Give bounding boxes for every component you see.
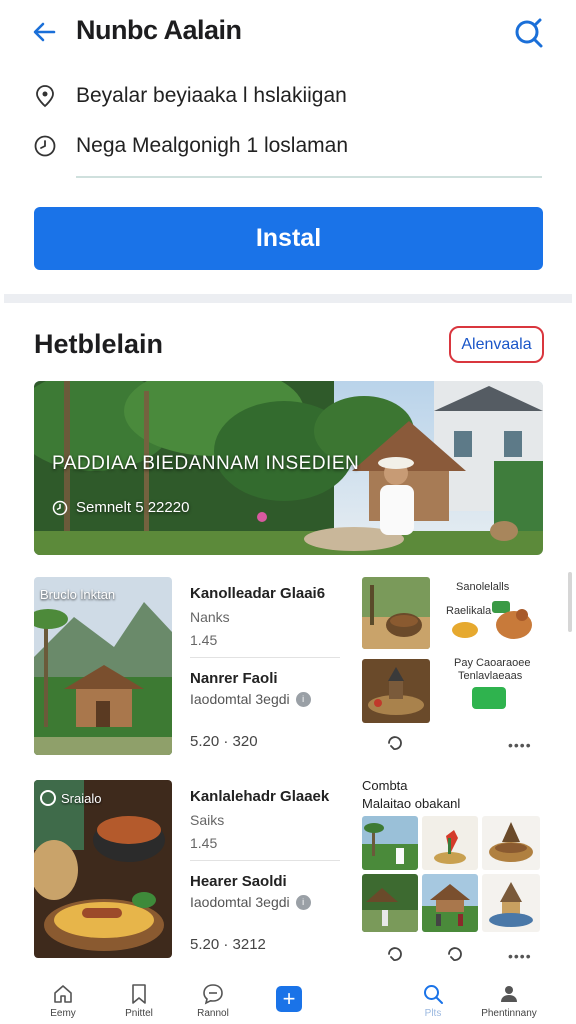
gallery-image[interactable] — [422, 816, 478, 870]
gallery-image[interactable] — [362, 659, 430, 723]
card-divider — [190, 860, 340, 861]
card-meta: 5.20 · 320 — [190, 733, 258, 750]
location-row[interactable]: Beyalar beyiaaka l hslakiigan — [32, 76, 542, 116]
card-rating: 1.45 — [190, 632, 218, 648]
nav-label: Rannol — [197, 1008, 229, 1019]
refresh-icon[interactable] — [384, 733, 404, 753]
nav-profile[interactable]: Phentinnany — [474, 982, 544, 1024]
hero-title: PADDIAA BIEDANNAM INSEDIEN — [52, 453, 360, 474]
section-separator — [4, 294, 572, 303]
info-badge-icon: i — [295, 894, 311, 910]
card-title: Kanlalehadr Glaaek — [190, 788, 330, 805]
refresh-icon[interactable] — [444, 944, 464, 964]
nav-label: Phentinnany — [481, 1008, 537, 1019]
card-meta: 5.20 · 3212 — [190, 936, 266, 953]
nav-home[interactable]: Eemy — [28, 982, 98, 1024]
clock-icon — [34, 135, 56, 157]
hero-banner[interactable]: PADDIAA BIEDANNAM INSEDIEN Semnelt 5 222… — [34, 381, 543, 555]
location-pin-icon — [36, 85, 54, 108]
gallery-image[interactable] — [362, 874, 418, 932]
see-all-button[interactable]: Alenvaala — [449, 326, 544, 363]
card-item-title: Nanrer Faoli — [190, 670, 278, 687]
badge-icon — [40, 790, 56, 806]
hours-text: Nega Mealgonigh 1 loslaman — [76, 134, 349, 157]
location-text: Beyalar beyiaaka l hslakiigan — [76, 84, 347, 107]
gallery-subtitle: Malaitao obakanl — [362, 796, 461, 811]
gallery-image[interactable] — [362, 816, 418, 870]
gallery-title: Combta — [362, 778, 408, 793]
gallery-image[interactable] — [362, 577, 430, 649]
bookmark-icon — [132, 984, 146, 1004]
side-gallery[interactable]: Sanolelalls Raelikala Pay Caoaraoee Tenl… — [362, 577, 542, 757]
app-header: Nunbc Aalain — [0, 0, 576, 66]
search-icon[interactable] — [512, 16, 546, 50]
gallery-caption: Sanolelalls — [456, 581, 510, 593]
card-divider — [190, 657, 340, 658]
divider — [76, 176, 542, 178]
more-menu[interactable]: •••• — [508, 737, 532, 753]
nav-chat[interactable]: Rannol — [178, 982, 248, 1024]
green-chip-icon[interactable] — [472, 687, 506, 709]
nav-label: Plts — [424, 1008, 442, 1019]
card-thumbnail: Sraialo — [34, 780, 172, 958]
gallery-caption: Tenlavlaeaas — [458, 670, 523, 682]
card-subtitle: Saiks — [190, 812, 225, 828]
card-item-detail: Iaodomtal 3egdi i — [190, 691, 311, 707]
info-badge-icon: i — [295, 691, 311, 707]
gallery-image[interactable] — [482, 874, 540, 932]
nav-label: Pnittel — [125, 1008, 153, 1019]
page-title: Nunbc Aalain — [76, 15, 242, 45]
card-rating: 1.45 — [190, 835, 218, 851]
thumbnail-label: Bruclo lnktan — [40, 587, 116, 602]
home-icon — [54, 985, 72, 1003]
search-icon — [424, 985, 443, 1004]
refresh-icon[interactable] — [384, 944, 404, 964]
add-icon[interactable]: + — [276, 986, 302, 1012]
hero-subtitle: Semnelt 5 22220 — [52, 499, 189, 516]
gallery-caption: Raelikala — [446, 605, 492, 617]
scrollbar[interactable] — [568, 572, 572, 632]
nav-label: Eemy — [50, 1008, 76, 1019]
install-button[interactable]: Instal — [34, 207, 543, 270]
card-item-detail: Iaodomtal 3egdi i — [190, 894, 311, 910]
more-menu[interactable]: •••• — [508, 948, 532, 964]
section-title: Hetblelain — [34, 329, 164, 359]
list-item[interactable]: Bruclo lnktan Kanolleadar Glaai6 Nanks 1… — [34, 577, 344, 769]
profile-icon — [501, 986, 517, 1002]
card-thumbnail: Bruclo lnktan — [34, 577, 172, 755]
gallery-image[interactable] — [482, 816, 540, 870]
gallery-thumb — [450, 619, 480, 641]
gallery-thumb — [492, 605, 536, 641]
card-item-title: Hearer Saoldi — [190, 873, 287, 890]
chat-icon — [203, 984, 223, 1005]
card-subtitle: Nanks — [190, 609, 230, 625]
hours-row[interactable]: Nega Mealgonigh 1 loslaman — [32, 126, 542, 166]
card-title: Kanolleadar Glaai6 — [190, 585, 326, 602]
gallery-caption: Pay Caoaraoee — [454, 657, 531, 669]
nav-search[interactable]: Plts — [398, 982, 468, 1024]
list-item[interactable]: Sraialo Kanlalehadr Glaaek Saiks 1.45 He… — [34, 780, 344, 972]
nav-saved[interactable]: Pnittel — [104, 982, 174, 1024]
thumbnail-label: Sraialo — [40, 790, 101, 806]
side-gallery[interactable]: Combta Malaitao obakanl •••• — [362, 776, 542, 972]
bottom-nav: Eemy Pnittel Rannol + Plts Phentinnany — [0, 976, 576, 1024]
arrow-left-icon[interactable] — [28, 16, 60, 48]
clock-icon — [52, 500, 68, 515]
gallery-image[interactable] — [422, 874, 478, 932]
